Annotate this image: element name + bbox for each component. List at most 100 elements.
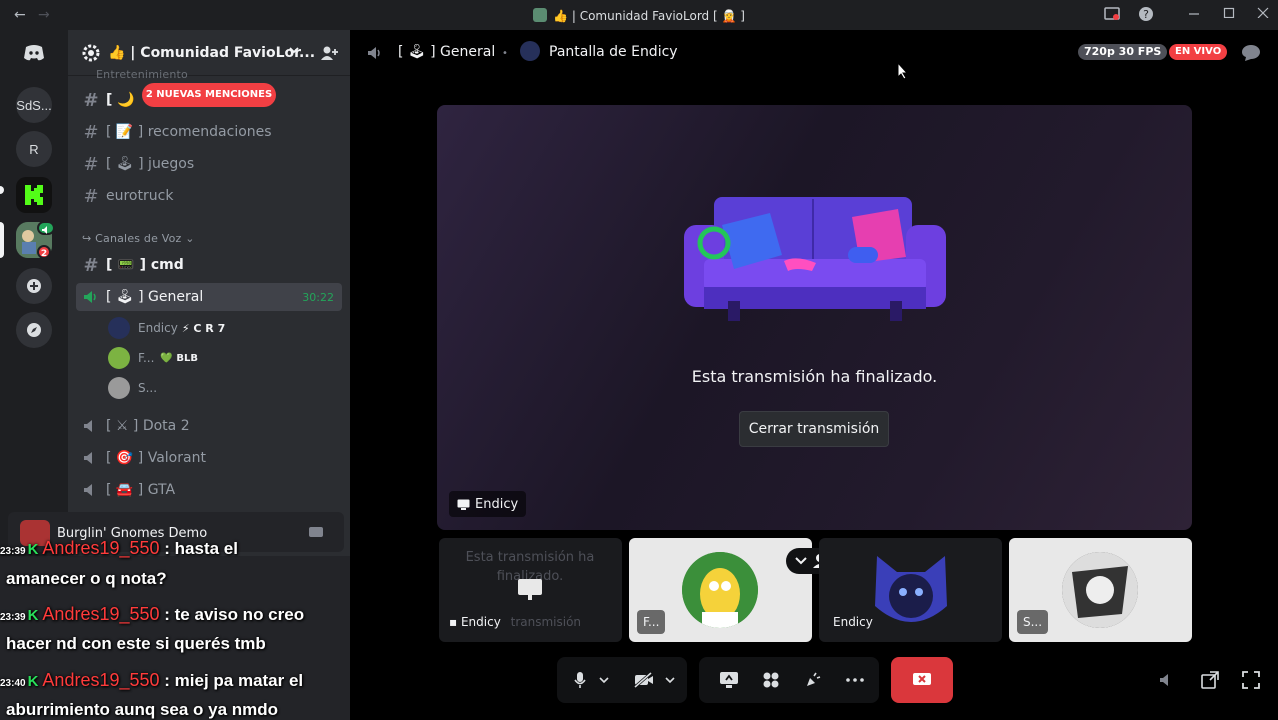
participant-tile-stream[interactable]: Esta transmisión ha finalizado. ▪ Endicy… <box>439 538 622 642</box>
fullscreen-icon[interactable] <box>1242 671 1260 689</box>
chat-text-line2: hacer nd con este si querés tmb <box>6 634 266 653</box>
unread-pill <box>0 186 4 194</box>
activity-controls <box>699 657 879 703</box>
channel-juegos[interactable]: # [ 🕹 ] juegos <box>76 150 342 178</box>
leave-call-icon <box>891 657 953 703</box>
voice-user-tag: 💚 BLB <box>160 352 198 364</box>
channel-label: [ 🌙 <box>106 92 135 108</box>
volume-icon[interactable] <box>1158 671 1176 689</box>
help-icon[interactable]: ? <box>1138 6 1154 22</box>
avatar <box>108 377 130 399</box>
invite-people-icon[interactable] <box>320 44 338 62</box>
channel-label: [ ⚔ ] Dota 2 <box>106 418 190 434</box>
chat-time: 23:39 <box>0 612 26 623</box>
screen-icon <box>517 578 543 602</box>
svg-text:?: ? <box>1143 8 1149 21</box>
active-server-pill <box>0 222 4 258</box>
popout-icon[interactable] <box>1201 671 1219 689</box>
kick-icon: K <box>27 673 39 690</box>
settings-gear-icon[interactable] <box>82 44 100 62</box>
channel-eurotruck[interactable]: # eurotruck <box>76 182 342 210</box>
chat-nick: Andres19_550 <box>42 670 160 690</box>
channel-label: [ 📟 ] cmd <box>106 257 184 273</box>
channel-breadcrumb[interactable]: [ 🕹 ] General <box>398 44 495 60</box>
speaker-icon <box>366 45 384 61</box>
title-bar: ← → 👍 | Comunidad FavioLord [ 🧝 ] ? <box>0 0 1278 30</box>
channel-recomendaciones[interactable]: # [ 📝 ] recomendaciones <box>76 118 342 146</box>
kick-icon: K <box>27 541 39 558</box>
share-screen-icon[interactable] <box>711 657 747 703</box>
close-stream-button[interactable]: Cerrar transmisión <box>739 411 889 447</box>
voice-user-f[interactable]: F... 💚 BLB <box>108 345 198 371</box>
chat-nick: Andres19_550 <box>42 538 160 558</box>
add-server-icon[interactable] <box>16 268 52 304</box>
category-entretenimiento[interactable]: Entretenimiento <box>96 68 188 81</box>
mouse-cursor-icon <box>897 62 909 80</box>
activities-icon[interactable] <box>753 657 789 703</box>
server-name: 👍 | Comunidad FavioLor... <box>108 45 316 61</box>
voice-user-name: S... <box>138 381 158 395</box>
microphone-icon[interactable] <box>565 657 595 703</box>
screen-share-small-icon[interactable] <box>308 526 324 538</box>
chevron-down-icon[interactable] <box>288 44 300 56</box>
disconnect-button[interactable] <box>891 657 953 703</box>
server-sds[interactable]: SdS... <box>16 87 52 123</box>
chat-text: : te aviso no creo <box>164 605 305 624</box>
chat-text-line2: aburrimiento aunq sea o ya nmdo <box>6 700 279 719</box>
channel-label: [ 📝 ] recomendaciones <box>106 124 272 140</box>
discord-home-icon[interactable] <box>16 35 52 71</box>
voice-stage: [ 🕹 ] General • Pantalla de Endicy 720p … <box>350 30 1278 720</box>
soundboard-icon[interactable] <box>795 657 831 703</box>
homer-avatar <box>682 552 758 628</box>
participant-tile-s[interactable]: S... <box>1009 538 1192 642</box>
hash-icon: # <box>83 153 99 175</box>
participant-tile-endicy[interactable]: Endicy <box>819 538 1002 642</box>
camera-off-icon[interactable] <box>629 657 659 703</box>
chat-message: 23:39 K Andres19_550 : hasta el <box>0 538 238 559</box>
new-mentions-badge[interactable]: 2 NUEVAS MENCIONES <box>142 83 276 107</box>
chat-message: 23:39 K Andres19_550 : te aviso no creo <box>0 604 304 625</box>
window-title-text: 👍 | Comunidad FavioLord [ 🧝 ] <box>553 9 745 23</box>
inbox-icon[interactable] <box>1104 6 1120 22</box>
mic-controls <box>557 657 687 703</box>
mic-options-chevron-icon[interactable] <box>595 657 613 703</box>
voice-channel-valorant[interactable]: [ 🎯 ] Valorant <box>76 444 342 472</box>
chat-message: 23:40 K Andres19_550 : miej pa matar el <box>0 670 303 691</box>
voice-speaker-icon <box>37 221 55 235</box>
server-r[interactable]: R <box>16 131 52 167</box>
quality-badge: 720p 30 FPS <box>1078 44 1168 60</box>
maximize-button[interactable] <box>1223 6 1235 18</box>
voice-header: [ 🕹 ] General • Pantalla de Endicy 720p … <box>350 30 1278 80</box>
voice-channel-general[interactable]: [ 🕹 ] General 30:22 <box>76 283 342 311</box>
server-mention-badge: 2 <box>37 245 51 259</box>
streamer-name: Endicy <box>475 496 519 512</box>
more-options-icon[interactable] <box>837 657 873 703</box>
chat-bubble-icon[interactable] <box>1241 44 1261 62</box>
channel-label: [ 🕹 ] General <box>106 289 204 305</box>
avatar <box>520 41 540 61</box>
category-canales-de-voz[interactable]: ↪ Canales de Voz ⌄ <box>82 232 195 245</box>
channel-cmd[interactable]: # [ 📟 ] cmd <box>76 251 342 279</box>
server-kick-icon[interactable] <box>16 177 52 213</box>
camera-options-chevron-icon[interactable] <box>661 657 679 703</box>
speaker-icon <box>76 450 106 466</box>
stream-main-view[interactable]: Esta transmisión ha finalizado. Cerrar t… <box>437 105 1192 530</box>
chat-nick: Andres19_550 <box>42 604 160 624</box>
voice-user-endicy[interactable]: Endicy ⚡ C R 7 <box>108 315 225 341</box>
manga-avatar <box>1062 552 1138 628</box>
voice-channel-dota2[interactable]: [ ⚔ ] Dota 2 <box>76 412 342 440</box>
voice-user-s[interactable]: S... <box>108 375 157 401</box>
chat-time: 23:39 <box>0 546 26 557</box>
speaker-icon <box>76 289 106 305</box>
chat-text: : hasta el <box>164 539 238 558</box>
minimize-button[interactable] <box>1188 6 1200 18</box>
participant-tile-f[interactable]: F... <box>629 538 812 642</box>
tile-name: S... <box>1017 610 1049 634</box>
speaker-icon <box>76 418 106 434</box>
separator: • <box>502 48 508 59</box>
discover-icon[interactable] <box>16 312 52 348</box>
voice-user-name: Endicy <box>138 321 178 335</box>
close-window-button[interactable] <box>1257 6 1269 18</box>
tile-name: Endicy <box>460 615 501 629</box>
voice-channel-gta[interactable]: [ 🚘 ] GTA <box>76 476 342 504</box>
